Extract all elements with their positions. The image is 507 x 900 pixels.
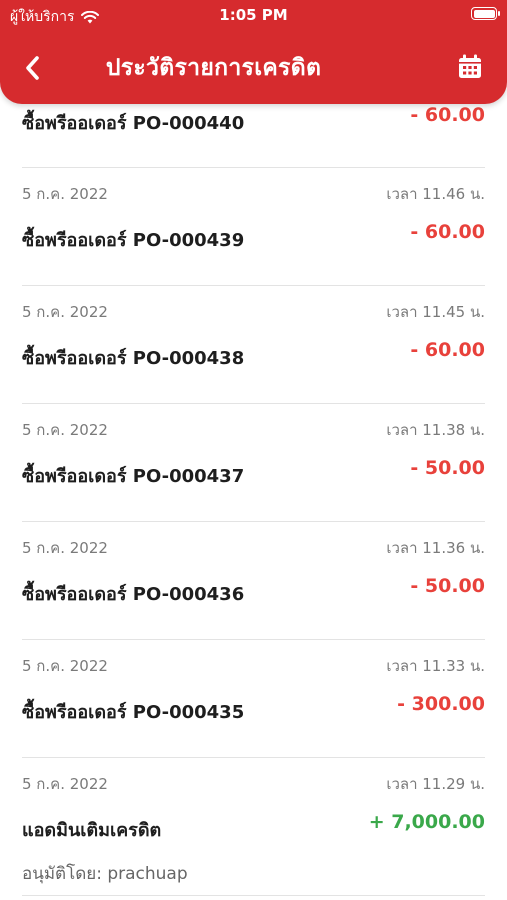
transaction-time: เวลา 11.33 น. [386, 657, 485, 675]
list-item[interactable]: 5 ก.ค. 2022 เวลา 11.46 น. ซื้อพรีออเดอร์… [22, 168, 485, 286]
transaction-date: 5 ก.ค. 2022 [22, 539, 108, 557]
page-title: ประวัติรายการเครดิต [105, 55, 322, 81]
battery-level [473, 9, 495, 18]
list-item[interactable]: 5 ก.ค. 2022 เวลา 11.38 น. ซื้อพรีออเดอร์… [22, 404, 485, 522]
status-bar: ผู้ให้บริการ 1:05 PM [0, 0, 507, 32]
transaction-amount: + 7,000.00 [368, 811, 485, 833]
list-item[interactable]: 5 ก.ค. 2022 เวลา 11.36 น. ซื้อพรีออเดอร์… [22, 522, 485, 640]
transaction-time: เวลา 11.45 น. [386, 303, 485, 321]
transaction-description: ซื้อพรีออเดอร์ PO-000438 [22, 348, 245, 369]
calendar-button[interactable] [455, 52, 485, 82]
page-title-wrap: ประวัติรายการเครดิต [0, 50, 507, 86]
transaction-time: เวลา 11.29 น. [386, 775, 485, 793]
transaction-time: เวลา 11.38 น. [386, 421, 485, 439]
transaction-date: 5 ก.ค. 2022 [22, 775, 108, 793]
list-item[interactable]: 5 ก.ค. 2022 เวลา 11.29 น. แอดมินเติมเครด… [22, 758, 485, 896]
transaction-amount: - 50.00 [410, 575, 485, 597]
battery-icon [471, 7, 500, 20]
transaction-time: เวลา 11.36 น. [386, 539, 485, 557]
transaction-description: ซื้อพรีออเดอร์ PO-000440 [22, 113, 245, 134]
transaction-description: ซื้อพรีออเดอร์ PO-000436 [22, 584, 245, 605]
transaction-description: ซื้อพรีออเดอร์ PO-000437 [22, 466, 245, 487]
transaction-description: แอดมินเติมเครดิต [22, 820, 162, 841]
transaction-description: ซื้อพรีออเดอร์ PO-000435 [22, 702, 245, 723]
status-time: 1:05 PM [219, 6, 288, 24]
transaction-date: 5 ก.ค. 2022 [22, 303, 108, 321]
approver-text: อนุมัติโดย: prachuap [22, 864, 188, 884]
transaction-date: 5 ก.ค. 2022 [22, 421, 108, 439]
calendar-icon [459, 54, 481, 78]
transaction-amount: - 300.00 [397, 693, 485, 715]
transaction-amount: - 60.00 [410, 221, 485, 243]
list-item[interactable]: 5 ก.ค. 2022 เวลา 11.45 น. ซื้อพรีออเดอร์… [22, 286, 485, 404]
transaction-date: 5 ก.ค. 2022 [22, 657, 108, 675]
transaction-time: เวลา 11.46 น. [386, 185, 485, 203]
transaction-amount: - 60.00 [410, 104, 485, 126]
list-item[interactable]: 5 ก.ค. 2022 เวลา 11.33 น. ซื้อพรีออเดอร์… [22, 640, 485, 758]
transaction-amount: - 60.00 [410, 339, 485, 361]
transaction-list: ซื้อพรีออเดอร์ PO-000440 - 60.00 5 ก.ค. … [22, 0, 485, 896]
transaction-date: 5 ก.ค. 2022 [22, 185, 108, 203]
transaction-amount: - 50.00 [410, 457, 485, 479]
transaction-description: ซื้อพรีออเดอร์ PO-000439 [22, 230, 245, 251]
app-header: ผู้ให้บริการ 1:05 PM ประวัติรายการเครดิต [0, 0, 507, 104]
